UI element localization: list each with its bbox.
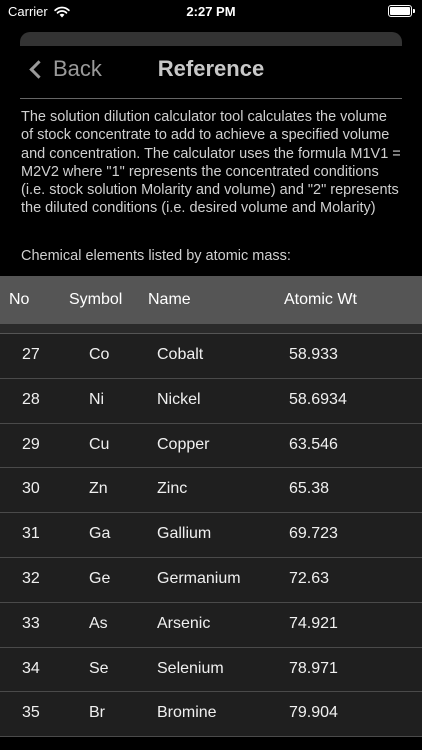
cell-atomic-wt: 58.6934 [289,390,347,408]
cell-symbol: Ni [89,390,105,408]
status-bar: Carrier 2:27 PM [0,0,422,24]
cell-no: 34 [22,659,40,677]
cell-name: Arsenic [157,614,211,632]
cell-atomic-wt: 78.971 [289,659,338,677]
cell-name: Copper [157,435,210,453]
cell-no: 35 [22,704,40,722]
cell-no: 28 [22,390,40,408]
battery-icon [388,5,415,17]
cell-atomic-wt: 69.723 [289,525,338,543]
cell-no: 29 [22,435,40,453]
cell-symbol: Br [89,704,105,722]
column-header-symbol[interactable]: Symbol [69,291,122,309]
cell-name: Zinc [157,480,188,498]
cell-symbol: Ga [89,525,111,543]
list-subheading: Chemical elements listed by atomic mass: [21,248,291,264]
cell-no: 30 [22,480,40,498]
divider [20,98,402,99]
cell-atomic-wt: 63.546 [289,435,338,453]
page-title: Reference [157,56,265,81]
table-row[interactable]: 27 Co Cobalt 58.933 [0,334,422,379]
description-text: The solution dilution calculator tool ca… [21,109,401,217]
status-time: 2:27 PM [186,4,236,19]
cell-atomic-wt: 74.921 [289,614,338,632]
cell-name: Bromine [157,704,217,722]
table-row[interactable]: 34 Se Selenium 78.971 [0,647,422,693]
table-row[interactable]: 33 As Arsenic 74.921 [0,602,422,648]
cell-atomic-wt: 58.933 [289,346,338,363]
table-row[interactable]: 30 Zn Zinc 65.38 [0,468,422,514]
cell-symbol: Cu [89,435,110,453]
sheet-handle [20,32,402,46]
cell-no: 27 [22,346,40,363]
cell-symbol: Ge [89,569,111,587]
cell-symbol: Se [89,659,109,677]
cell-symbol: As [89,614,108,632]
table-row[interactable]: 28 Ni Nickel 58.6934 [0,378,422,424]
column-header-name[interactable]: Name [148,291,191,309]
cell-symbol: Co [89,346,110,363]
cell-symbol: Zn [89,480,108,498]
cell-atomic-wt: 72.63 [289,569,330,587]
cell-no: 33 [22,614,40,632]
element-list: 27 Co Cobalt 58.933 28 Ni Nickel 58.6934… [0,334,422,738]
cell-no: 31 [22,525,40,543]
table-row[interactable]: 35 Br Bromine 79.904 [0,692,422,738]
cell-name: Gallium [157,525,212,543]
cell-atomic-wt: 65.38 [289,480,330,498]
navigation-bar: Back Reference [0,46,422,98]
cell-no: 32 [22,569,40,587]
table-row[interactable]: 29 Cu Copper 63.546 [0,423,422,469]
cell-name: Cobalt [157,346,204,363]
table-row[interactable]: 32 Ge Germanium 72.63 [0,557,422,603]
status-right [388,5,415,17]
cell-name: Germanium [157,569,241,587]
cell-name: Selenium [157,659,224,677]
table-header: No Symbol Name Atomic Wt [0,276,422,324]
cell-atomic-wt: 79.904 [289,704,338,722]
cell-name: Nickel [157,390,201,408]
table-row-partial [0,324,422,334]
column-header-no[interactable]: No [9,291,29,309]
column-header-atomic-wt[interactable]: Atomic Wt [284,291,357,309]
table-row[interactable]: 31 Ga Gallium 69.723 [0,513,422,558]
